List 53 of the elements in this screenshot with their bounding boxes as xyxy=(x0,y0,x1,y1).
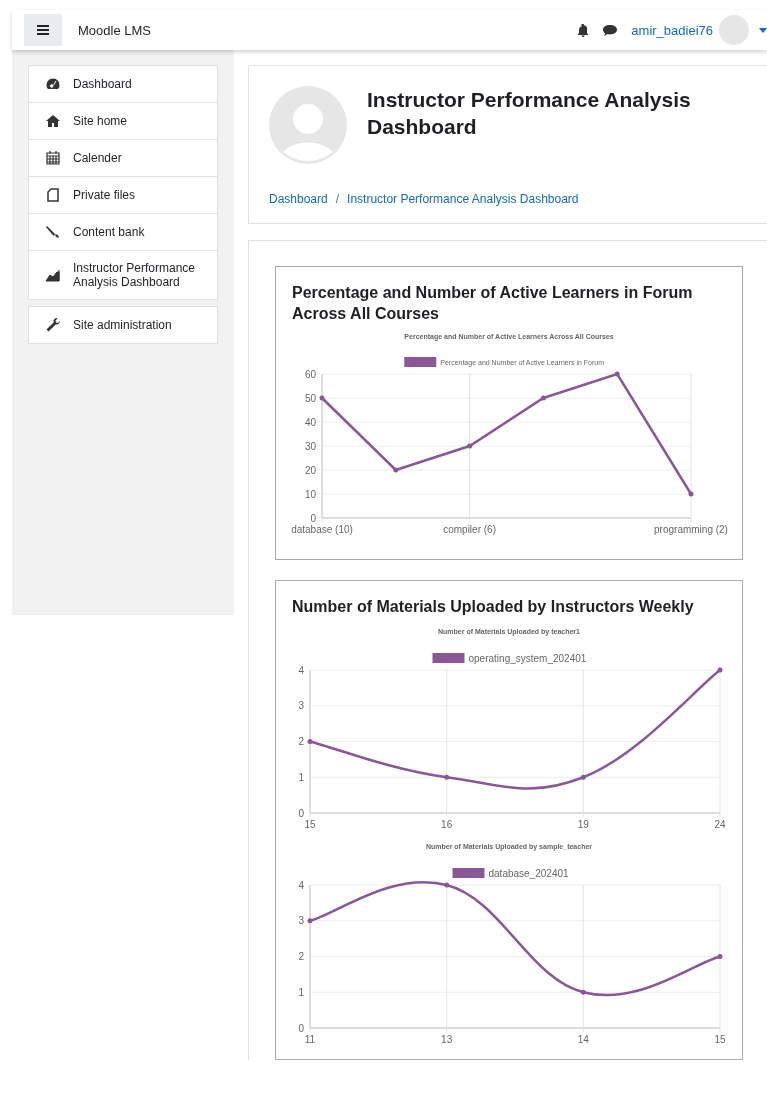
x-tick-label: 11 xyxy=(304,1034,316,1046)
y-tick-label: 0 xyxy=(298,1022,304,1034)
breadcrumb-separator: / xyxy=(335,192,340,206)
house-icon xyxy=(45,113,61,129)
dashboard-gauge-icon xyxy=(45,76,61,92)
legend-label[interactable]: database_202401 xyxy=(488,868,569,880)
chat-bubble-icon[interactable] xyxy=(603,24,618,36)
y-tick-label: 4 xyxy=(298,664,304,676)
x-tick-label: 19 xyxy=(577,819,589,831)
y-tick-label: 4 xyxy=(298,879,304,891)
y-tick-label: 30 xyxy=(304,440,316,452)
y-tick-label: 20 xyxy=(304,464,316,476)
site-name[interactable]: Moodle LMS xyxy=(78,22,151,38)
x-tick-label: 15 xyxy=(714,1034,726,1046)
legend-swatch[interactable] xyxy=(404,356,437,367)
menu-button[interactable] xyxy=(24,14,62,46)
file-icon xyxy=(45,187,61,203)
breadcrumb-link[interactable]: Instructor Performance Analysis Dashboard xyxy=(347,192,579,206)
legend-label[interactable]: operating_system_202401 xyxy=(468,653,587,665)
y-tick-label: 60 xyxy=(304,368,316,380)
x-tick-label: 14 xyxy=(577,1034,589,1046)
card-title: Number of Materials Uploaded by Instructors Weekly xyxy=(292,596,695,617)
y-tick-label: 50 xyxy=(304,392,316,404)
y-tick-label: 40 xyxy=(304,416,316,428)
area-chart-icon xyxy=(45,267,61,283)
y-tick-label: 1 xyxy=(298,772,304,784)
legend-swatch[interactable] xyxy=(432,653,465,664)
page-title: Instructor Performance Analysis Dashboard xyxy=(367,87,692,141)
y-tick-label: 1 xyxy=(298,987,304,999)
legend-swatch[interactable] xyxy=(452,868,485,879)
wrench-icon xyxy=(45,317,61,333)
y-tick-label: 0 xyxy=(298,807,304,819)
y-tick-label: 2 xyxy=(298,736,304,748)
menu-icon xyxy=(37,25,49,35)
y-tick-label: 2 xyxy=(298,951,304,963)
brush-icon xyxy=(45,224,61,240)
username-link[interactable]: amir_badiei76 xyxy=(631,22,713,38)
y-tick-label: 0 xyxy=(310,512,316,524)
x-tick-label: 13 xyxy=(441,1034,453,1046)
y-tick-label: 10 xyxy=(304,488,316,500)
y-tick-label: 3 xyxy=(298,700,304,712)
y-tick-label: 3 xyxy=(298,915,304,927)
x-tick-label: 15 xyxy=(304,819,316,831)
x-tick-label: compiler (6) xyxy=(443,523,496,535)
x-tick-label: database (10) xyxy=(291,523,353,535)
caret-icon[interactable] xyxy=(759,27,767,33)
x-tick-label: 24 xyxy=(714,819,726,831)
calendar-icon xyxy=(45,150,61,166)
card-title: Percentage and Number of Active Learners in Forum Across All Courses xyxy=(292,283,694,324)
bell-icon[interactable] xyxy=(577,23,590,37)
x-tick-label: 16 xyxy=(441,819,453,831)
x-tick-label: programming (2) xyxy=(654,523,728,535)
breadcrumb-link[interactable]: Dashboard xyxy=(269,192,328,206)
